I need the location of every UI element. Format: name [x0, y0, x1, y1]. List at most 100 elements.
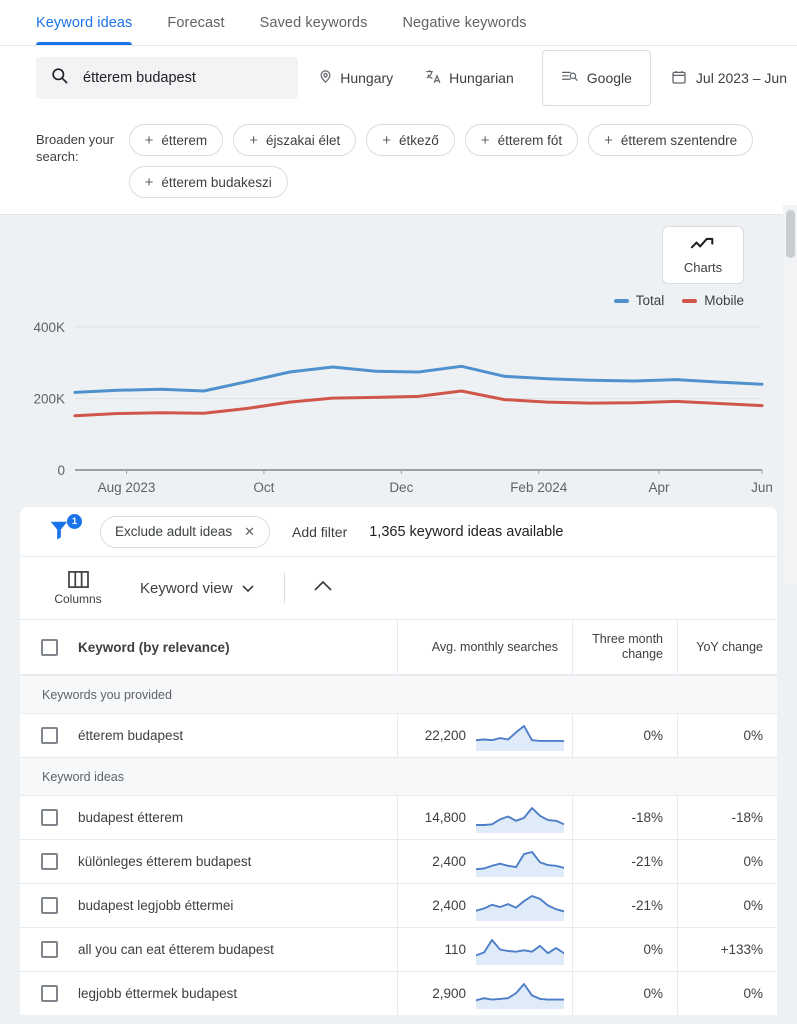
cell-keyword[interactable]: all you can eat étterem budapest: [78, 928, 397, 971]
filter-icon-wrapper[interactable]: 1: [48, 513, 88, 546]
row-checkbox[interactable]: [40, 941, 58, 958]
svg-text:Jun: Jun: [751, 480, 773, 495]
select-all-cell: [20, 620, 78, 674]
svg-text:200K: 200K: [33, 392, 65, 407]
search-panel: étterem budapest Hungary Hungarian Googl…: [0, 46, 797, 215]
broaden-chip[interactable]: + étkező: [366, 124, 455, 156]
plus-icon: +: [144, 131, 154, 149]
columns-button[interactable]: Columns: [48, 570, 108, 606]
broaden-label: Broaden your search:: [36, 132, 115, 164]
close-icon[interactable]: ✕: [244, 524, 255, 540]
keyword-planner-app: Keyword ideas Forecast Saved keywords Ne…: [0, 0, 797, 1024]
network-selector-button[interactable]: Google: [541, 50, 651, 106]
keyword-search-input[interactable]: étterem budapest: [36, 57, 299, 99]
filter-chip-label: Exclude adult ideas: [115, 524, 233, 539]
calendar-icon: [671, 69, 687, 88]
cell-three-month-change: -21%: [572, 840, 677, 883]
cell-keyword[interactable]: különleges étterem budapest: [78, 840, 397, 883]
broaden-chip[interactable]: + étterem: [128, 124, 224, 156]
cell-yoy-change: 0%: [677, 714, 777, 757]
row-checkbox-cell: [20, 840, 78, 883]
chart-svg: 0 200K 400K Aug 2023 Oct Dec Feb 2024 Apr Jun: [33, 320, 773, 495]
header-yoy-change[interactable]: YoY change: [677, 620, 777, 674]
broaden-chip[interactable]: + étterem fót: [464, 124, 579, 156]
charts-button[interactable]: Charts: [662, 226, 744, 284]
legend-item-total[interactable]: Total: [613, 293, 665, 308]
plus-icon: +: [480, 131, 490, 149]
tab-label: Keyword ideas: [36, 14, 133, 31]
tab-keyword-ideas[interactable]: Keyword ideas: [36, 0, 133, 45]
table-toolbar: Columns Keyword view: [20, 557, 777, 619]
plus-icon: +: [604, 131, 613, 149]
keyword-view-dropdown[interactable]: Keyword view: [140, 580, 254, 597]
broaden-chip[interactable]: + étterem budakeszi: [128, 166, 288, 198]
filter-count-badge: 1: [67, 513, 82, 529]
chart-legend: Total Mobile: [613, 293, 744, 308]
row-checkbox[interactable]: [40, 809, 58, 826]
filter-chip-exclude-adult[interactable]: Exclude adult ideas ✕: [100, 515, 270, 548]
row-checkbox-cell: [20, 884, 78, 927]
date-range-selector[interactable]: Jul 2023 – Jun: [661, 58, 797, 98]
cell-three-month-change: -18%: [572, 796, 677, 839]
cell-keyword[interactable]: budapest étterem: [78, 796, 397, 839]
cell-avg-monthly-searches: 2,400: [397, 884, 572, 927]
legend-label: Total: [635, 293, 665, 308]
row-checkbox-cell: [20, 972, 78, 1015]
cell-keyword[interactable]: legjobb éttermek budapest: [78, 972, 397, 1015]
cell-keyword[interactable]: étterem budapest: [78, 714, 397, 757]
plus-icon: +: [382, 131, 392, 149]
table-row[interactable]: all you can eat étterem budapest 110 0% +13…: [20, 927, 777, 971]
language-label: Hungarian: [449, 70, 514, 86]
header-avg-monthly-searches[interactable]: Avg. monthly searches: [397, 620, 572, 674]
columns-icon: [67, 571, 89, 588]
sparkline: [476, 982, 564, 1009]
tab-label: Saved keywords: [259, 14, 368, 31]
table-row[interactable]: különleges étterem budapest 2,400 -21% 0%: [20, 839, 777, 883]
table-row[interactable]: étterem budapest 22,200 0% 0%: [20, 713, 777, 757]
filter-bar: 1 Exclude adult ideas ✕ Add filter 1,365…: [20, 507, 777, 557]
row-checkbox[interactable]: [40, 727, 58, 744]
tab-label: Forecast: [167, 14, 225, 31]
table-row[interactable]: budapest étterem 14,800 -18% -18%: [20, 795, 777, 839]
select-all-checkbox[interactable]: [40, 638, 58, 656]
translate-icon: [425, 68, 442, 88]
row-checkbox[interactable]: [40, 853, 58, 870]
columns-button-label: Columns: [54, 592, 102, 606]
collapse-chart-button[interactable]: [313, 579, 333, 597]
tab-saved-keywords[interactable]: Saved keywords: [260, 0, 368, 45]
trend-chart-panel: Charts Total Mobile 0 200K 400K Aug 2023 Oct…: [0, 215, 797, 507]
location-selector[interactable]: Hungary: [306, 58, 405, 98]
sparkline: [476, 724, 564, 751]
keyword-view-label: Keyword view: [140, 579, 233, 597]
tab-forecast[interactable]: Forecast: [167, 0, 224, 45]
broaden-chip-label: étkező: [399, 132, 439, 148]
header-keyword[interactable]: Keyword (by relevance): [78, 620, 397, 674]
cell-keyword[interactable]: budapest legjobb éttermei: [78, 884, 397, 927]
vertical-scrollbar-track[interactable]: [783, 205, 797, 585]
tab-label: Negative keywords: [402, 14, 527, 31]
avg-monthly-searches-value: 110: [444, 942, 466, 957]
row-checkbox-cell: [20, 796, 78, 839]
legend-item-mobile[interactable]: Mobile: [682, 293, 744, 308]
cell-three-month-change: 0%: [572, 714, 677, 757]
table-row[interactable]: legjobb éttermek budapest 2,900 0% 0%: [20, 971, 777, 1015]
broaden-chip[interactable]: + étterem szentendre: [588, 124, 754, 156]
row-checkbox[interactable]: [40, 897, 58, 914]
search-icon: [50, 66, 69, 90]
chevron-up-icon: [313, 579, 333, 597]
tab-negative-keywords[interactable]: Negative keywords: [402, 0, 526, 45]
table-row[interactable]: budapest legjobb éttermei 2,400 -21% 0%: [20, 883, 777, 927]
toolbar-divider: [283, 573, 285, 603]
table-header-row: Keyword (by relevance) Avg. monthly sear…: [20, 619, 777, 675]
language-selector[interactable]: Hungarian: [413, 58, 526, 98]
header-three-month-change[interactable]: Three month change: [572, 620, 677, 674]
broaden-chip[interactable]: + éjszakai élet: [233, 124, 357, 156]
broaden-chip-label: étterem fót: [497, 132, 563, 148]
vertical-scrollbar-thumb[interactable]: [786, 210, 795, 258]
cell-avg-monthly-searches: 2,400: [397, 840, 572, 883]
broaden-chip-label: éjszakai élet: [265, 132, 341, 148]
add-filter-button[interactable]: Add filter: [292, 524, 347, 540]
sparkline: [476, 894, 564, 921]
broaden-chip-label: étterem: [161, 132, 208, 148]
row-checkbox[interactable]: [40, 985, 58, 1002]
